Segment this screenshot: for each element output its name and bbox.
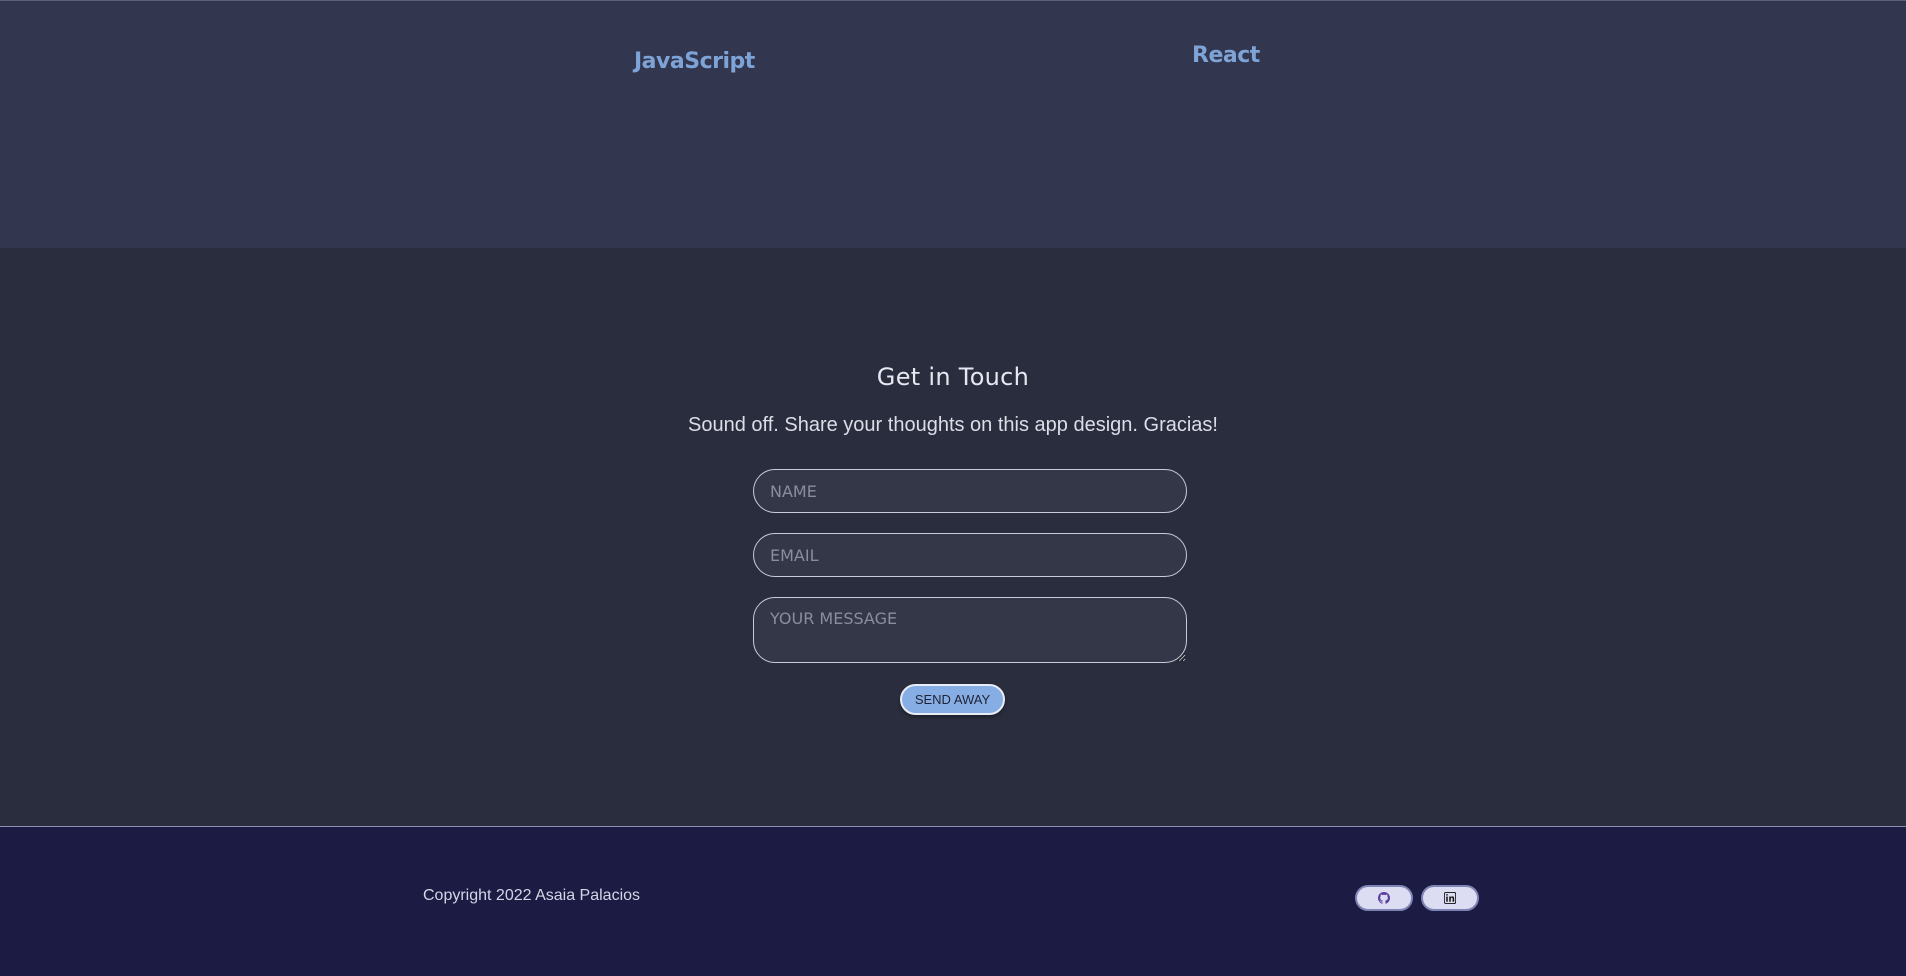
linkedin-button[interactable] — [1421, 885, 1479, 911]
contact-section: Get in Touch Sound off. Share your thoug… — [0, 248, 1906, 826]
github-button[interactable] — [1355, 885, 1413, 911]
name-input[interactable] — [753, 469, 1187, 513]
email-input[interactable] — [753, 533, 1187, 577]
footer: Copyright 2022 Asaia Palacios — [0, 826, 1906, 976]
github-icon — [1378, 892, 1390, 904]
contact-subtitle: Sound off. Share your thoughts on this a… — [688, 414, 1218, 436]
contact-title: Get in Touch — [876, 363, 1030, 391]
skill-react: React — [1192, 43, 1260, 68]
skill-javascript: JavaScript — [634, 49, 755, 74]
send-away-button[interactable]: SEND AWAY — [900, 684, 1005, 715]
copyright-text: Copyright 2022 Asaia Palacios — [423, 887, 641, 904]
skills-section: JavaScript React — [0, 0, 1906, 248]
linkedin-icon — [1444, 892, 1456, 904]
message-textarea[interactable] — [753, 597, 1187, 663]
